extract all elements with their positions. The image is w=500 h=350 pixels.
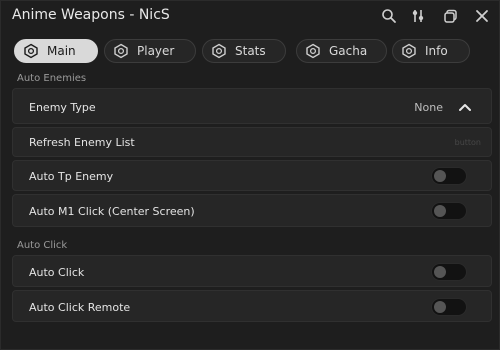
section-label-auto-click: Auto Click (17, 240, 68, 251)
settings-sliders-icon[interactable] (409, 7, 427, 25)
toggle-knob (434, 170, 446, 182)
auto-tp-enemy-label: Auto Tp Enemy (29, 170, 114, 183)
auto-m1-click-toggle[interactable] (431, 202, 467, 220)
auto-tp-enemy-row: Auto Tp Enemy (12, 160, 492, 191)
tab-bar: Main Player Stats Gacha Info (1, 39, 500, 65)
tab-cube-icon (113, 43, 129, 59)
minimize-icon[interactable] (442, 7, 460, 25)
button-hint: button (454, 138, 481, 147)
close-icon[interactable] (473, 7, 491, 25)
tab-cube-icon (305, 43, 321, 59)
auto-click-remote-label: Auto Click Remote (29, 301, 131, 314)
tab-main[interactable]: Main (14, 39, 98, 63)
tab-player[interactable]: Player (104, 39, 196, 63)
auto-click-label: Auto Click (29, 266, 85, 279)
chevron-up-icon (459, 104, 471, 111)
enemy-type-label: Enemy Type (29, 101, 96, 114)
section-label-auto-enemies: Auto Enemies (17, 73, 87, 84)
tab-info[interactable]: Info (392, 39, 470, 63)
auto-click-toggle[interactable] (431, 263, 467, 281)
toggle-knob (434, 266, 446, 278)
tab-cube-icon (401, 43, 417, 59)
enemy-type-dropdown[interactable]: Enemy Type None (12, 88, 492, 124)
tab-label: Player (137, 44, 175, 58)
auto-m1-click-row: Auto M1 Click (Center Screen) (12, 194, 492, 227)
refresh-enemy-list-button[interactable]: Refresh Enemy List button (12, 127, 492, 157)
tab-label: Info (425, 44, 448, 58)
tab-cube-icon (23, 43, 39, 59)
auto-tp-enemy-toggle[interactable] (431, 167, 467, 185)
auto-click-remote-toggle[interactable] (431, 298, 467, 316)
toggle-knob (434, 205, 446, 217)
enemy-type-value: None (414, 101, 443, 114)
refresh-enemy-list-label: Refresh Enemy List (29, 136, 135, 149)
toggle-knob (434, 301, 446, 313)
tab-label: Stats (235, 44, 266, 58)
window-title: Anime Weapons - NicS (12, 7, 170, 23)
auto-m1-click-label: Auto M1 Click (Center Screen) (29, 205, 195, 218)
tab-label: Main (47, 44, 76, 58)
auto-click-remote-row: Auto Click Remote (12, 290, 492, 322)
auto-click-row: Auto Click (12, 255, 492, 287)
tab-stats[interactable]: Stats (202, 39, 286, 63)
script-window: Anime Weapons - NicS Main Player Stats G… (0, 0, 500, 350)
tab-label: Gacha (329, 44, 368, 58)
tab-gacha[interactable]: Gacha (296, 39, 387, 63)
titlebar[interactable]: Anime Weapons - NicS (1, 1, 500, 31)
search-icon[interactable] (380, 7, 398, 25)
tab-cube-icon (211, 43, 227, 59)
